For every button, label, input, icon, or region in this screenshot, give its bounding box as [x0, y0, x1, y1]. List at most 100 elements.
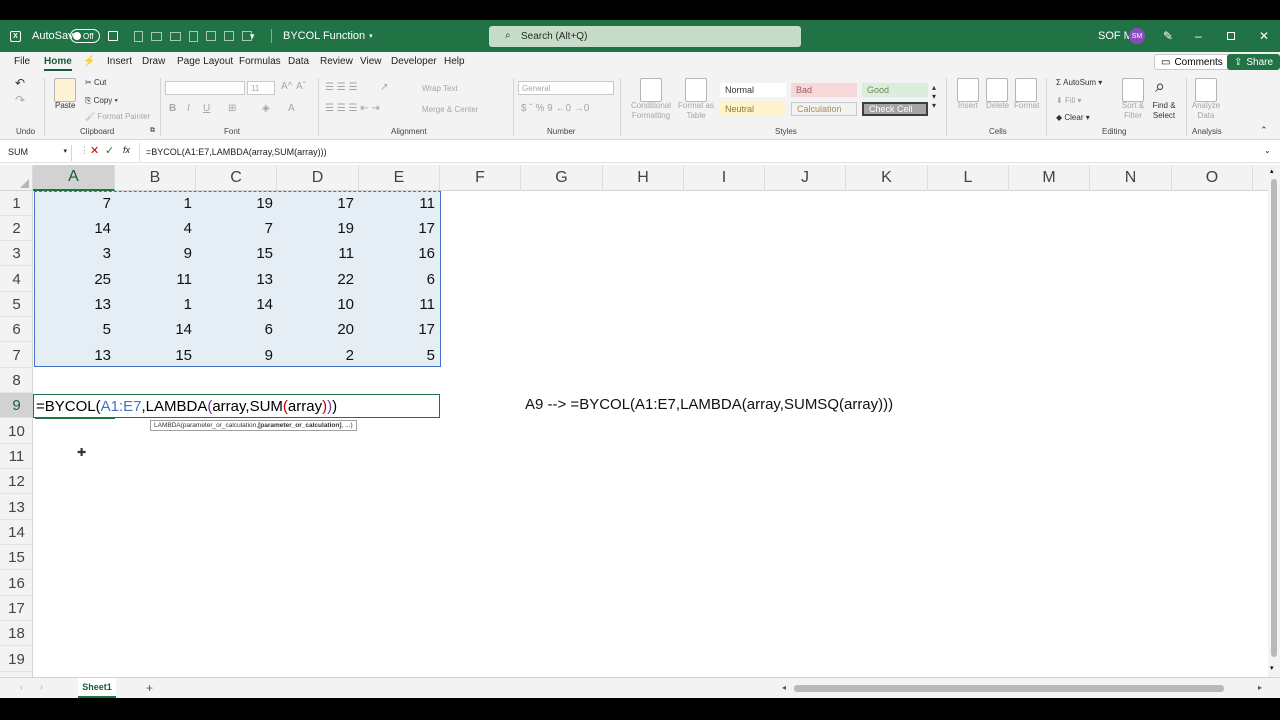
cell-d7[interactable]: 2 [277, 343, 358, 368]
function-tooltip[interactable]: LAMBDA(parameter_or_calculation, [parame… [150, 420, 357, 431]
analyze-data-icon[interactable] [1195, 78, 1217, 102]
menu-insert[interactable]: Insert [107, 56, 132, 67]
maximize-icon[interactable] [1227, 20, 1235, 52]
column-header[interactable]: J [765, 165, 846, 191]
cut-button[interactable]: ✂ Cut [85, 78, 106, 87]
font-name-select[interactable] [165, 81, 245, 95]
format-table-icon[interactable] [685, 78, 707, 102]
cell-e5[interactable]: 11 [358, 292, 439, 317]
font-color-icon[interactable]: A [288, 103, 295, 114]
cell-c3[interactable]: 15 [196, 241, 277, 266]
column-header[interactable]: O [1172, 165, 1253, 191]
save-icon[interactable] [108, 20, 118, 52]
horizontal-scroll-thumb[interactable] [794, 685, 1224, 692]
menu-data[interactable]: Data [288, 56, 309, 67]
cell-e4[interactable]: 6 [358, 267, 439, 292]
menu-lightbulb-icon[interactable]: ⚡ [83, 56, 95, 67]
menu-view[interactable]: View [360, 56, 382, 67]
cell-b7[interactable]: 15 [115, 343, 196, 368]
copy-button[interactable]: ⎘ Copy ▾ [85, 96, 118, 106]
cell-a4[interactable]: 25 [34, 267, 115, 292]
format-as-table-button[interactable]: Format as Table [678, 101, 714, 121]
row-header[interactable]: 16 [0, 571, 33, 596]
style-good[interactable]: Good [862, 83, 928, 97]
style-calculation[interactable]: Calculation [791, 102, 857, 116]
collapse-ribbon-icon[interactable]: ⌃ [1260, 125, 1268, 136]
find-select-button[interactable]: Find & Select [1149, 101, 1179, 121]
delete-cells-icon[interactable] [986, 78, 1008, 102]
cell-b4[interactable]: 11 [115, 267, 196, 292]
close-icon[interactable]: ✕ [1259, 20, 1269, 52]
expand-fbar-icon[interactable]: ⌄ [1264, 146, 1271, 155]
cell-a5[interactable]: 13 [34, 292, 115, 317]
row-header[interactable]: 10 [0, 419, 33, 444]
new-file-icon[interactable] [134, 30, 143, 42]
merge-center-button[interactable]: Merge & Center [422, 105, 478, 114]
bold-icon[interactable]: B [169, 103, 176, 114]
comments-button[interactable]: ▭ Comments [1154, 54, 1230, 70]
minimize-icon[interactable]: – [1195, 20, 1202, 52]
analyze-data-button[interactable]: Analyze Data [1190, 101, 1222, 121]
cell-c7[interactable]: 9 [196, 343, 277, 368]
cell-d4[interactable]: 22 [277, 267, 358, 292]
cell-a6[interactable]: 5 [34, 317, 115, 342]
row-header[interactable]: 15 [0, 545, 33, 570]
menu-file[interactable]: File [14, 56, 30, 67]
column-header[interactable]: M [1009, 165, 1090, 191]
row-header[interactable]: 12 [0, 469, 33, 494]
style-neutral[interactable]: Neutral [720, 102, 786, 116]
pen-icon[interactable]: ✎ [1163, 20, 1173, 52]
cell-d2[interactable]: 19 [277, 216, 358, 241]
insert-cells-icon[interactable] [957, 78, 979, 102]
row-header[interactable]: 1 [0, 191, 33, 216]
menu-draw[interactable]: Draw [142, 56, 165, 67]
prev-sheet-icon[interactable]: ‹ [20, 682, 23, 692]
cancel-icon[interactable]: ✕ [90, 144, 99, 157]
cell-a3[interactable]: 3 [34, 241, 115, 266]
cell-a9-editor[interactable]: =BYCOL(A1:E7 ,LAMBDA(array,SUM(array))) [33, 394, 440, 418]
row-header[interactable]: 17 [0, 596, 33, 621]
menu-home[interactable]: Home [44, 56, 72, 71]
cell-c4[interactable]: 13 [196, 267, 277, 292]
cell-d6[interactable]: 20 [277, 317, 358, 342]
vertical-scrollbar[interactable]: ▴ ▾ [1268, 165, 1280, 677]
customize-qat-icon[interactable]: ▾ [250, 20, 255, 52]
sort-filter-icon[interactable] [1122, 78, 1144, 102]
row-header[interactable]: 2 [0, 216, 33, 241]
cell-b1[interactable]: 1 [115, 191, 196, 216]
autosave-toggle[interactable]: Off [70, 20, 100, 52]
row-header[interactable]: 5 [0, 292, 33, 317]
row-header[interactable]: 9 [0, 393, 33, 418]
fill-button[interactable]: ⬇ Fill ▾ [1056, 96, 1081, 105]
scroll-up-icon[interactable]: ▴ [1270, 167, 1274, 175]
autosum-button[interactable]: Σ AutoSum ▾ [1056, 78, 1102, 87]
format-painter-button[interactable]: 🖌 Format Painter [85, 112, 150, 121]
currency-icon[interactable]: $ ˇ % 9 ←0 →0 [521, 103, 589, 114]
cell-e1[interactable]: 11 [358, 191, 439, 216]
undo-icon[interactable]: ↶ [15, 76, 25, 90]
conditional-formatting-icon[interactable] [640, 78, 662, 102]
row-header[interactable]: 7 [0, 343, 33, 368]
style-check-cell[interactable]: Check Cell [862, 102, 928, 116]
row-header[interactable]: 14 [0, 520, 33, 545]
delete-cells-button[interactable]: Delete [986, 101, 1009, 110]
cell-a7[interactable]: 13 [34, 343, 115, 368]
cell-d3[interactable]: 11 [277, 241, 358, 266]
menu-review[interactable]: Review [320, 56, 353, 67]
cell-b3[interactable]: 9 [115, 241, 196, 266]
print-icon[interactable] [206, 31, 216, 41]
avatar[interactable]: SM [1129, 20, 1145, 52]
cell-d5[interactable]: 10 [277, 292, 358, 317]
sort-filter-button[interactable]: Sort & Filter [1120, 101, 1146, 121]
column-header[interactable]: N [1090, 165, 1172, 191]
wrap-text-button[interactable]: Wrap Text [422, 84, 458, 93]
clear-button[interactable]: ◆ Clear ▾ [1056, 113, 1090, 122]
fill-color-icon[interactable]: ◈ [262, 103, 270, 114]
scroll-down-icon[interactable]: ▾ [1270, 664, 1274, 672]
format-cells-button[interactable]: Format [1014, 101, 1039, 110]
row-header[interactable]: 19 [0, 647, 33, 672]
underline-icon[interactable]: U [203, 103, 210, 114]
cell-c2[interactable]: 7 [196, 216, 277, 241]
open-icon[interactable] [151, 31, 162, 41]
paste-button[interactable]: Paste [55, 101, 75, 110]
